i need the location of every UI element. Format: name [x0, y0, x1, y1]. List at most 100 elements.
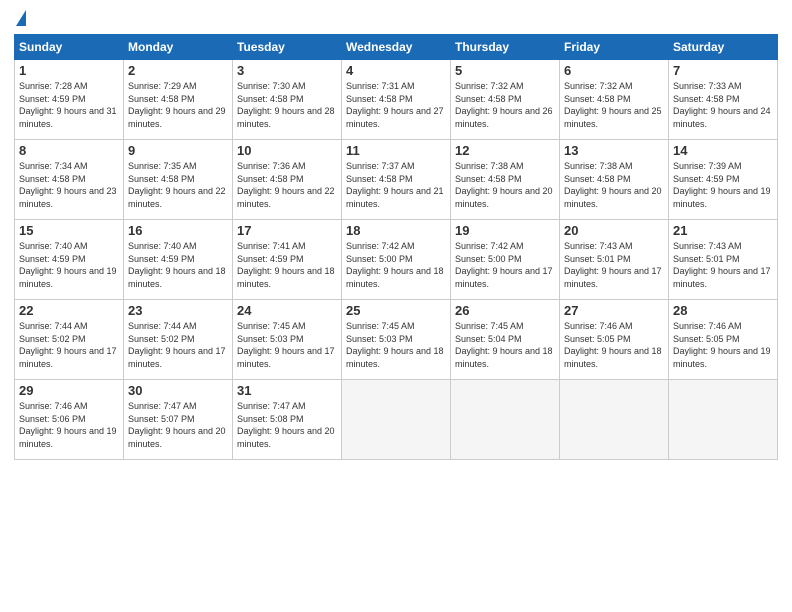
day-cell: 19 Sunrise: 7:42 AMSunset: 5:00 PMDaylig… [451, 220, 560, 300]
day-cell: 26 Sunrise: 7:45 AMSunset: 5:04 PMDaylig… [451, 300, 560, 380]
week-row-1: 1 Sunrise: 7:28 AMSunset: 4:59 PMDayligh… [15, 60, 778, 140]
day-cell: 18 Sunrise: 7:42 AMSunset: 5:00 PMDaylig… [342, 220, 451, 300]
day-cell: 24 Sunrise: 7:45 AMSunset: 5:03 PMDaylig… [233, 300, 342, 380]
week-row-3: 15 Sunrise: 7:40 AMSunset: 4:59 PMDaylig… [15, 220, 778, 300]
day-cell: 15 Sunrise: 7:40 AMSunset: 4:59 PMDaylig… [15, 220, 124, 300]
day-number: 12 [455, 143, 555, 158]
day-cell: 6 Sunrise: 7:32 AMSunset: 4:58 PMDayligh… [560, 60, 669, 140]
header-cell-saturday: Saturday [669, 35, 778, 60]
day-number: 16 [128, 223, 228, 238]
day-content: Sunrise: 7:38 AMSunset: 4:58 PMDaylight:… [455, 160, 555, 210]
day-cell: 4 Sunrise: 7:31 AMSunset: 4:58 PMDayligh… [342, 60, 451, 140]
day-number: 11 [346, 143, 446, 158]
calendar-header: SundayMondayTuesdayWednesdayThursdayFrid… [15, 35, 778, 60]
day-content: Sunrise: 7:45 AMSunset: 5:03 PMDaylight:… [346, 320, 446, 370]
day-cell: 23 Sunrise: 7:44 AMSunset: 5:02 PMDaylig… [124, 300, 233, 380]
day-cell: 11 Sunrise: 7:37 AMSunset: 4:58 PMDaylig… [342, 140, 451, 220]
day-number: 9 [128, 143, 228, 158]
day-content: Sunrise: 7:32 AMSunset: 4:58 PMDaylight:… [455, 80, 555, 130]
logo-text [14, 10, 26, 26]
day-cell [669, 380, 778, 460]
day-cell: 7 Sunrise: 7:33 AMSunset: 4:58 PMDayligh… [669, 60, 778, 140]
day-number: 19 [455, 223, 555, 238]
day-content: Sunrise: 7:29 AMSunset: 4:58 PMDaylight:… [128, 80, 228, 130]
day-cell: 9 Sunrise: 7:35 AMSunset: 4:58 PMDayligh… [124, 140, 233, 220]
day-cell: 21 Sunrise: 7:43 AMSunset: 5:01 PMDaylig… [669, 220, 778, 300]
day-number: 28 [673, 303, 773, 318]
day-number: 21 [673, 223, 773, 238]
day-content: Sunrise: 7:32 AMSunset: 4:58 PMDaylight:… [564, 80, 664, 130]
day-number: 2 [128, 63, 228, 78]
day-content: Sunrise: 7:42 AMSunset: 5:00 PMDaylight:… [455, 240, 555, 290]
day-number: 22 [19, 303, 119, 318]
day-number: 27 [564, 303, 664, 318]
day-content: Sunrise: 7:28 AMSunset: 4:59 PMDaylight:… [19, 80, 119, 130]
calendar-table: SundayMondayTuesdayWednesdayThursdayFrid… [14, 34, 778, 460]
day-content: Sunrise: 7:37 AMSunset: 4:58 PMDaylight:… [346, 160, 446, 210]
day-content: Sunrise: 7:43 AMSunset: 5:01 PMDaylight:… [673, 240, 773, 290]
day-cell: 10 Sunrise: 7:36 AMSunset: 4:58 PMDaylig… [233, 140, 342, 220]
day-content: Sunrise: 7:42 AMSunset: 5:00 PMDaylight:… [346, 240, 446, 290]
day-content: Sunrise: 7:45 AMSunset: 5:04 PMDaylight:… [455, 320, 555, 370]
header-cell-wednesday: Wednesday [342, 35, 451, 60]
day-cell: 12 Sunrise: 7:38 AMSunset: 4:58 PMDaylig… [451, 140, 560, 220]
day-cell: 25 Sunrise: 7:45 AMSunset: 5:03 PMDaylig… [342, 300, 451, 380]
day-cell: 3 Sunrise: 7:30 AMSunset: 4:58 PMDayligh… [233, 60, 342, 140]
week-row-2: 8 Sunrise: 7:34 AMSunset: 4:58 PMDayligh… [15, 140, 778, 220]
day-number: 5 [455, 63, 555, 78]
day-cell: 30 Sunrise: 7:47 AMSunset: 5:07 PMDaylig… [124, 380, 233, 460]
day-cell: 31 Sunrise: 7:47 AMSunset: 5:08 PMDaylig… [233, 380, 342, 460]
day-content: Sunrise: 7:39 AMSunset: 4:59 PMDaylight:… [673, 160, 773, 210]
header-cell-friday: Friday [560, 35, 669, 60]
day-number: 18 [346, 223, 446, 238]
day-cell: 13 Sunrise: 7:38 AMSunset: 4:58 PMDaylig… [560, 140, 669, 220]
week-row-4: 22 Sunrise: 7:44 AMSunset: 5:02 PMDaylig… [15, 300, 778, 380]
day-cell: 16 Sunrise: 7:40 AMSunset: 4:59 PMDaylig… [124, 220, 233, 300]
header-row: SundayMondayTuesdayWednesdayThursdayFrid… [15, 35, 778, 60]
day-content: Sunrise: 7:46 AMSunset: 5:05 PMDaylight:… [564, 320, 664, 370]
day-cell: 22 Sunrise: 7:44 AMSunset: 5:02 PMDaylig… [15, 300, 124, 380]
day-number: 1 [19, 63, 119, 78]
day-content: Sunrise: 7:41 AMSunset: 4:59 PMDaylight:… [237, 240, 337, 290]
day-number: 26 [455, 303, 555, 318]
day-cell [451, 380, 560, 460]
day-content: Sunrise: 7:35 AMSunset: 4:58 PMDaylight:… [128, 160, 228, 210]
day-cell: 27 Sunrise: 7:46 AMSunset: 5:05 PMDaylig… [560, 300, 669, 380]
day-cell [560, 380, 669, 460]
header [14, 10, 778, 26]
day-number: 6 [564, 63, 664, 78]
day-content: Sunrise: 7:34 AMSunset: 4:58 PMDaylight:… [19, 160, 119, 210]
day-cell: 2 Sunrise: 7:29 AMSunset: 4:58 PMDayligh… [124, 60, 233, 140]
day-content: Sunrise: 7:31 AMSunset: 4:58 PMDaylight:… [346, 80, 446, 130]
day-cell: 14 Sunrise: 7:39 AMSunset: 4:59 PMDaylig… [669, 140, 778, 220]
logo [14, 10, 26, 26]
day-number: 3 [237, 63, 337, 78]
header-cell-sunday: Sunday [15, 35, 124, 60]
day-content: Sunrise: 7:30 AMSunset: 4:58 PMDaylight:… [237, 80, 337, 130]
day-cell: 5 Sunrise: 7:32 AMSunset: 4:58 PMDayligh… [451, 60, 560, 140]
day-number: 7 [673, 63, 773, 78]
day-cell: 1 Sunrise: 7:28 AMSunset: 4:59 PMDayligh… [15, 60, 124, 140]
day-cell [342, 380, 451, 460]
day-content: Sunrise: 7:40 AMSunset: 4:59 PMDaylight:… [19, 240, 119, 290]
day-content: Sunrise: 7:43 AMSunset: 5:01 PMDaylight:… [564, 240, 664, 290]
day-number: 24 [237, 303, 337, 318]
day-number: 30 [128, 383, 228, 398]
day-content: Sunrise: 7:46 AMSunset: 5:05 PMDaylight:… [673, 320, 773, 370]
day-content: Sunrise: 7:44 AMSunset: 5:02 PMDaylight:… [128, 320, 228, 370]
day-content: Sunrise: 7:46 AMSunset: 5:06 PMDaylight:… [19, 400, 119, 450]
day-number: 10 [237, 143, 337, 158]
day-cell: 8 Sunrise: 7:34 AMSunset: 4:58 PMDayligh… [15, 140, 124, 220]
day-number: 17 [237, 223, 337, 238]
day-cell: 20 Sunrise: 7:43 AMSunset: 5:01 PMDaylig… [560, 220, 669, 300]
day-content: Sunrise: 7:45 AMSunset: 5:03 PMDaylight:… [237, 320, 337, 370]
day-content: Sunrise: 7:44 AMSunset: 5:02 PMDaylight:… [19, 320, 119, 370]
day-number: 23 [128, 303, 228, 318]
day-number: 8 [19, 143, 119, 158]
day-number: 14 [673, 143, 773, 158]
day-content: Sunrise: 7:40 AMSunset: 4:59 PMDaylight:… [128, 240, 228, 290]
day-content: Sunrise: 7:47 AMSunset: 5:08 PMDaylight:… [237, 400, 337, 450]
day-cell: 17 Sunrise: 7:41 AMSunset: 4:59 PMDaylig… [233, 220, 342, 300]
day-cell: 29 Sunrise: 7:46 AMSunset: 5:06 PMDaylig… [15, 380, 124, 460]
day-number: 4 [346, 63, 446, 78]
